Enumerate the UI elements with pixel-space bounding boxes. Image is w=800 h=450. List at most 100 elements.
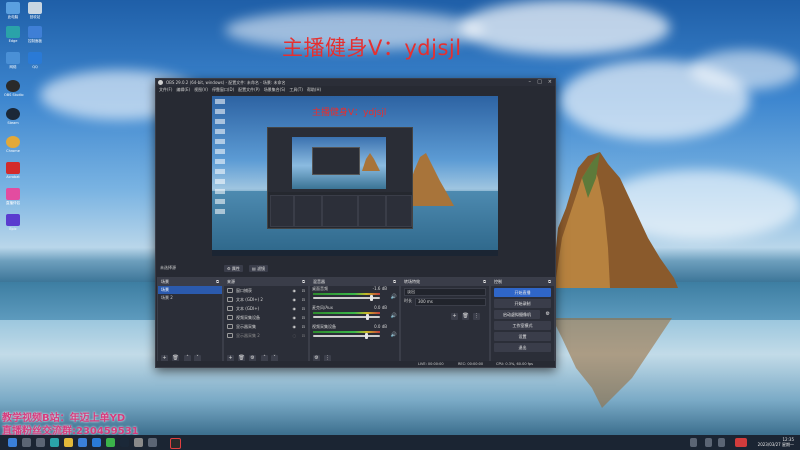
transition-type-select[interactable]: 淡出	[404, 288, 486, 296]
lock-icon[interactable]: ⊡	[302, 331, 305, 340]
wifi-icon[interactable]	[705, 438, 712, 447]
edge-taskbar-icon[interactable]	[50, 438, 59, 447]
menu-file[interactable]: 文件(F)	[159, 86, 172, 93]
maximize-icon[interactable]: □	[537, 79, 542, 86]
obs-title-bar[interactable]: OBS 29.0.2 (64-bit, windows) - 配置文件: 未命名…	[156, 79, 555, 86]
speaker-icon[interactable]: 🔊	[391, 313, 397, 319]
desktop-icon[interactable]: 网络	[4, 52, 22, 70]
source-item[interactable]: 视频采集设备 ◉ ⊡	[224, 313, 308, 322]
source-item[interactable]: 窗口捕获 ◉ ⊡	[224, 286, 308, 295]
fader-knob[interactable]	[366, 314, 370, 320]
source-item[interactable]: 文本 (GDI+) 2 ◉ ⊡	[224, 295, 308, 304]
minimize-icon[interactable]: –	[529, 79, 532, 86]
eye-icon[interactable]: ◉	[293, 295, 297, 304]
pin-taskbar-icon[interactable]	[134, 438, 143, 447]
properties-button[interactable]: ⚙ 属性	[224, 265, 243, 272]
preview-canvas[interactable]: 主播健身V：ydjsjl	[212, 96, 498, 256]
volume-icon[interactable]	[718, 438, 725, 447]
menu-docks[interactable]: 停靠窗口(D)	[212, 86, 234, 93]
dock-menu-icon[interactable]: ⧉	[302, 278, 305, 286]
lock-icon[interactable]: ⊡	[302, 322, 305, 331]
clock[interactable]: 12:35 2023/03/27 星期一	[758, 437, 794, 447]
volume-fader[interactable]	[313, 316, 380, 318]
desktop-icon[interactable]: Acrobat	[4, 162, 22, 180]
transitions-header: 转场特效 ⧉	[401, 278, 489, 286]
studio-mode-button[interactable]: 工作室模式	[494, 321, 551, 330]
source-item[interactable]: 文本 (GDI+) ◉ ⊡	[224, 304, 308, 313]
store-taskbar-icon[interactable]	[78, 438, 87, 447]
qq-taskbar-icon[interactable]	[92, 438, 101, 447]
desktop-icon[interactable]: Chrome	[4, 136, 22, 154]
start-virtual-camera-button[interactable]: 启动虚拟摄像机 ⚙	[494, 310, 550, 319]
close-icon[interactable]: ×	[548, 79, 552, 86]
speaker-icon[interactable]: 🔊	[391, 332, 397, 338]
desktop-icon[interactable]: 此电脑	[4, 2, 22, 20]
start-recording-button[interactable]: 开始录制	[494, 299, 551, 308]
tray-icon[interactable]	[690, 438, 697, 447]
obs-icon	[6, 80, 20, 92]
control-panel-icon	[28, 26, 42, 38]
desktop-icon[interactable]: 直播伴侣	[4, 188, 22, 206]
remove-transition-icon[interactable]: 🗑	[462, 313, 469, 320]
nested-dock	[294, 195, 322, 227]
eye-icon[interactable]: ◉	[293, 286, 297, 295]
exit-button[interactable]: 退出	[494, 343, 551, 352]
menu-profile[interactable]: 配置文件(P)	[238, 86, 260, 93]
lock-icon[interactable]: ⊡	[302, 295, 305, 304]
eye-icon[interactable]: ◉	[293, 322, 297, 331]
eye-hidden-icon[interactable]: ◌	[293, 331, 297, 340]
nested-dock	[322, 195, 358, 227]
lock-icon[interactable]: ⊡	[302, 286, 305, 295]
nested-preview-canvas	[292, 137, 386, 189]
lock-icon[interactable]: ⊡	[302, 304, 305, 313]
volume-fader[interactable]	[313, 335, 380, 337]
desktop-icon[interactable]: OBS Studio	[4, 80, 24, 98]
obs-window[interactable]: OBS 29.0.2 (64-bit, windows) - 配置文件: 未命名…	[155, 78, 556, 368]
text-source-icon	[227, 306, 233, 311]
menu-edit[interactable]: 编辑(E)	[176, 86, 190, 93]
fader-knob[interactable]	[370, 295, 374, 301]
desktop-icon[interactable]: Steam	[4, 108, 22, 126]
source-item[interactable]: 显示器采集 2 ◌ ⊡	[224, 331, 308, 340]
eye-icon[interactable]: ◉	[293, 304, 297, 313]
source-label: 视频采集设备	[236, 315, 260, 320]
transition-menu-icon[interactable]: ⋮	[473, 313, 480, 320]
source-item[interactable]: 显示器采集 ◉ ⊡	[224, 322, 308, 331]
lock-icon[interactable]: ⊡	[302, 313, 305, 322]
menu-help[interactable]: 帮助(H)	[307, 86, 321, 93]
dock-menu-icon[interactable]: ⧉	[393, 278, 396, 286]
dock-menu-icon[interactable]: ⧉	[548, 278, 551, 286]
dock-menu-icon[interactable]: ⧉	[216, 278, 219, 286]
obs-taskbar-icon[interactable]	[170, 438, 181, 449]
wechat-taskbar-icon[interactable]	[106, 438, 115, 447]
speaker-icon[interactable]: 🔊	[391, 294, 397, 300]
eye-icon[interactable]: ◉	[293, 313, 297, 322]
steam-taskbar-icon[interactable]	[120, 438, 129, 447]
dock-menu-icon[interactable]: ⧉	[483, 278, 486, 286]
task-view-icon[interactable]	[36, 438, 45, 447]
add-transition-icon[interactable]: +	[451, 313, 458, 320]
scene-item[interactable]: 场景	[158, 286, 222, 294]
cliff-reflection	[552, 318, 672, 408]
explorer-taskbar-icon[interactable]	[64, 438, 73, 447]
desktop-icon[interactable]: Edge	[4, 26, 22, 44]
app-taskbar-icon[interactable]	[148, 438, 157, 447]
search-icon[interactable]	[22, 438, 31, 447]
desktop-icon[interactable]: 回收站	[26, 2, 44, 20]
ime-icon[interactable]	[735, 438, 747, 447]
menu-scene-collection[interactable]: 场景集合(S)	[264, 86, 286, 93]
start-icon[interactable]	[8, 438, 17, 447]
menu-view[interactable]: 视图(V)	[194, 86, 208, 93]
scene-item[interactable]: 场景 2	[158, 294, 222, 302]
desktop-icon[interactable]: 控制面板	[26, 26, 44, 44]
filters-button[interactable]: ▤ 滤镜	[249, 265, 269, 272]
desktop-icon[interactable]: Epic	[4, 214, 22, 232]
gear-icon[interactable]: ⚙	[546, 310, 550, 319]
desktop-icon[interactable]: QQ	[26, 52, 44, 70]
fader-knob[interactable]	[365, 333, 369, 339]
menu-tools[interactable]: 工具(T)	[289, 86, 303, 93]
start-streaming-button[interactable]: 开始直播	[494, 288, 551, 297]
duration-input[interactable]: 300 ms	[415, 298, 486, 306]
settings-button[interactable]: 设置	[494, 332, 551, 341]
cloud	[460, 0, 670, 55]
